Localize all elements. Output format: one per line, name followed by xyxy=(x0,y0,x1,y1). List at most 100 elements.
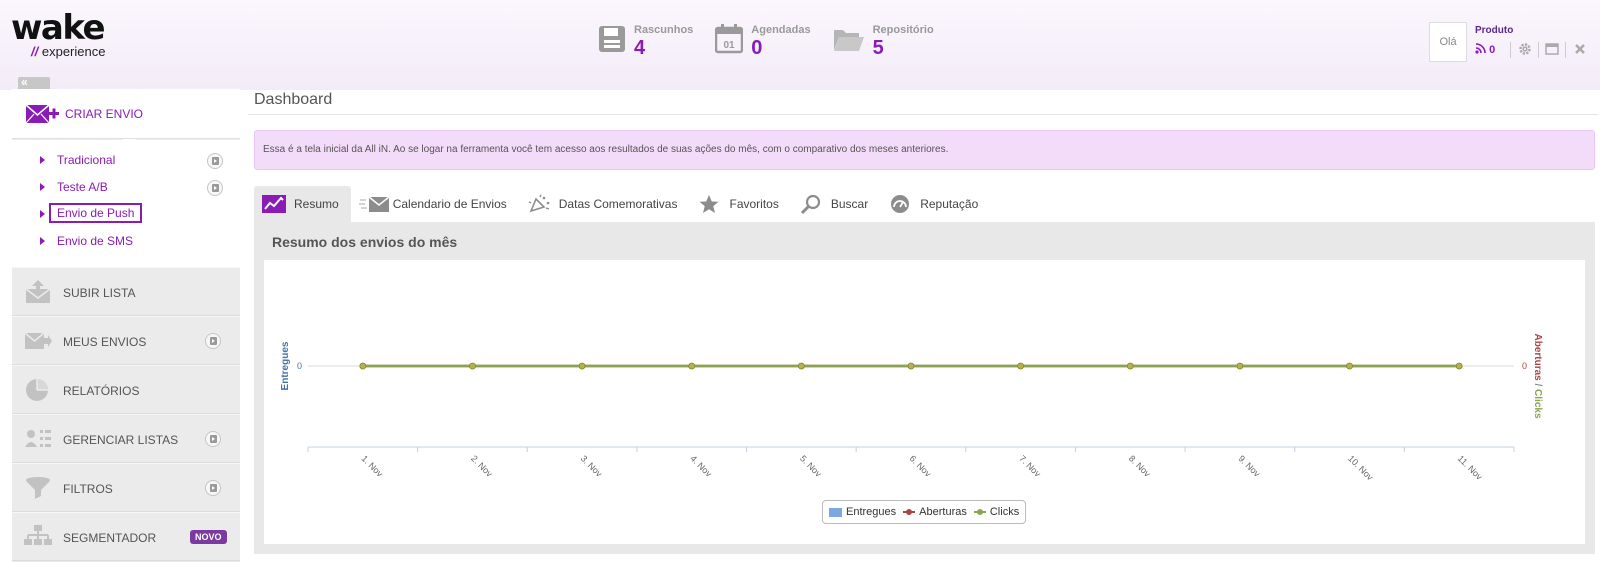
submenu-item-label: Tradicional xyxy=(57,153,116,167)
data-point-clicks xyxy=(1346,362,1353,370)
my-sends-icon xyxy=(24,332,52,349)
x-tick-label: 1. Nov xyxy=(359,453,385,479)
stat-value: 0 xyxy=(751,37,763,59)
segmenter-icon xyxy=(24,525,52,545)
legend-label: Entregues xyxy=(846,506,897,518)
submenu-item-envio-push[interactable]: Envio de Push xyxy=(12,203,240,226)
new-badge: NOVO xyxy=(190,530,227,544)
data-point-clicks xyxy=(1126,362,1134,370)
x-tick-label: 8. Nov xyxy=(1127,453,1153,479)
header-stats: Rascunhos 4 01 Agendadas 0 Repositório 5 xyxy=(598,24,956,59)
brand-slashes: // xyxy=(31,44,39,59)
play-icon[interactable] xyxy=(205,431,221,447)
tab-calendario-envios[interactable]: Calendario de Envios xyxy=(351,186,519,222)
stat-label: Repositório xyxy=(872,24,934,36)
user-avatar[interactable]: Olá xyxy=(1429,22,1467,62)
sidebar: CRIAR ENVIO Tradicional Teste A/B Envio … xyxy=(12,89,240,562)
brand-tagline-text: experience xyxy=(41,44,106,59)
legend-item-entregues[interactable]: Entregues xyxy=(829,506,896,518)
x-tick-label: 9. Nov xyxy=(1236,453,1262,479)
data-point-clicks xyxy=(1455,362,1463,370)
dashboard-tabs: Resumo Calendario de Envios Datas Comemo… xyxy=(254,186,990,222)
funnel-icon xyxy=(26,477,50,499)
tab-label: Buscar xyxy=(830,197,869,211)
tab-label: Favoritos xyxy=(729,197,779,211)
legend-label: Clicks xyxy=(989,506,1020,518)
feed-count: 0 xyxy=(1489,44,1496,56)
upload-list-icon xyxy=(25,280,51,303)
tab-resumo[interactable]: Resumo xyxy=(254,186,351,222)
sidebar-item-label: MEUS ENVIOS xyxy=(63,335,147,349)
y-right-tick-label: 0 xyxy=(1522,361,1527,371)
stat-agendadas[interactable]: 01 Agendadas 0 xyxy=(715,24,811,59)
sidebar-item-filtros[interactable]: FILTROS xyxy=(12,463,240,512)
stat-rascunhos[interactable]: Rascunhos 4 xyxy=(598,24,693,59)
submenu-item-tradicional[interactable]: Tradicional xyxy=(12,150,240,172)
x-tick-label: 5. Nov xyxy=(798,453,824,479)
chart-legend: Entregues Aberturas Clicks xyxy=(822,500,1027,524)
play-icon[interactable] xyxy=(205,333,221,349)
sidebar-item-label: GERENCIAR LISTAS xyxy=(63,433,179,447)
data-point-clicks xyxy=(798,362,805,370)
play-icon[interactable] xyxy=(207,180,223,196)
tab-label: Reputação xyxy=(920,197,979,211)
sidebar-submenu: Tradicional Teste A/B Envio de Push Envi… xyxy=(12,140,240,268)
legend-swatch xyxy=(903,509,916,515)
y-left-tick-label: 0 xyxy=(297,361,302,371)
tab-reputacao[interactable]: Reputação xyxy=(880,186,990,222)
info-banner: Essa é a tela inicial da All iN. Ao se l… xyxy=(254,130,1595,170)
play-icon[interactable] xyxy=(205,480,221,496)
star-icon xyxy=(699,195,719,213)
calendar-icon: 01 xyxy=(715,24,744,54)
sidebar-item-meus-envios[interactable]: MEUS ENVIOS xyxy=(12,316,240,365)
brand-logo[interactable]: wake // experience xyxy=(11,11,106,59)
y-right-axis-label: Aberturas / Clicks xyxy=(1532,333,1543,418)
data-point-clicks xyxy=(578,362,586,370)
stat-value: 5 xyxy=(872,37,884,59)
brand-tagline: // experience xyxy=(31,44,105,59)
folder-icon xyxy=(833,30,864,51)
legend-item-aberturas[interactable]: Aberturas xyxy=(903,506,967,518)
pie-chart-icon xyxy=(26,379,48,401)
submenu-item-envio-sms[interactable]: Envio de SMS xyxy=(12,231,240,253)
layout-icon[interactable] xyxy=(1545,42,1559,56)
sidebar-collapse-button[interactable]: « xyxy=(18,76,50,89)
data-point-clicks xyxy=(688,362,696,370)
x-tick-label: 3. Nov xyxy=(579,453,605,479)
panel-title: Resumo dos envios do mês xyxy=(272,234,458,250)
page-title: Dashboard xyxy=(254,91,333,108)
reputation-gauge-icon xyxy=(891,195,910,213)
x-tick-label: 4. Nov xyxy=(688,453,714,479)
tab-label: Datas Comemorativas xyxy=(558,197,678,211)
tab-label: Resumo xyxy=(294,197,339,211)
bullet-arrow-icon xyxy=(40,210,45,218)
legend-item-clicks[interactable]: Clicks xyxy=(973,506,1020,518)
y-right-label-part: Aberturas xyxy=(1532,333,1543,383)
y-right-label-part: Clicks xyxy=(1532,389,1543,419)
search-icon xyxy=(800,194,820,214)
sidebar-item-segmentador[interactable]: SEGMENTADOR NOVO xyxy=(12,512,240,561)
stat-repositorio[interactable]: Repositório 5 xyxy=(833,24,934,59)
x-tick-label: 6. Nov xyxy=(908,453,934,479)
x-tick-label: 2. Nov xyxy=(469,453,495,479)
legend-swatch xyxy=(829,507,842,517)
tab-datas-comemorativas[interactable]: Datas Comemorativas xyxy=(519,186,690,222)
sidebar-item-relatorios[interactable]: RELATÓRIOS xyxy=(12,365,240,414)
submenu-item-teste-ab[interactable]: Teste A/B xyxy=(12,177,240,199)
data-point-clicks xyxy=(1236,362,1244,370)
legend-label: Aberturas xyxy=(919,506,967,518)
sidebar-item-subir-lista[interactable]: SUBIR LISTA xyxy=(12,267,240,316)
submenu-item-label: Teste A/B xyxy=(57,180,108,194)
gear-icon[interactable] xyxy=(1518,42,1532,56)
play-icon[interactable] xyxy=(207,153,223,169)
title-divider xyxy=(248,114,1598,115)
tab-buscar[interactable]: Buscar xyxy=(791,186,880,222)
feed-counter[interactable]: 0 xyxy=(1475,43,1495,56)
data-point-clicks xyxy=(1017,362,1024,370)
submenu-item-label: Envio de SMS xyxy=(57,234,134,248)
sidebar-item-gerenciar-listas[interactable]: GERENCIAR LISTAS xyxy=(12,414,240,463)
close-icon[interactable] xyxy=(1573,42,1587,56)
tab-favoritos[interactable]: Favoritos xyxy=(689,186,790,222)
sidebar-item-criar-envio[interactable]: CRIAR ENVIO xyxy=(12,89,240,146)
user-product[interactable]: Produto xyxy=(1475,25,1513,36)
